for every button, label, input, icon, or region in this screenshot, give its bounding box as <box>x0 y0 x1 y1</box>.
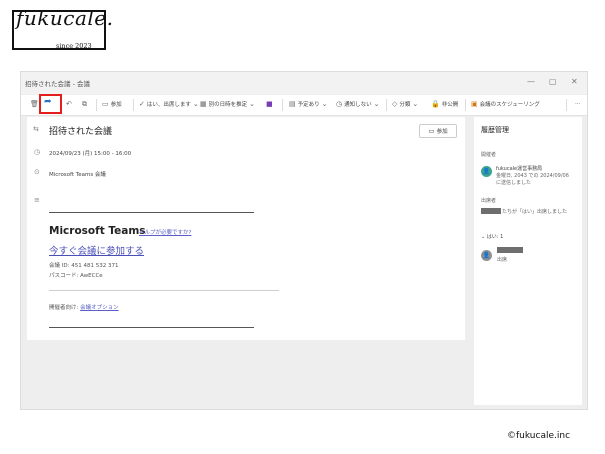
toolbar-divider <box>282 99 283 111</box>
clock-icon: ◷ <box>34 148 41 156</box>
accept-button[interactable]: ✓ はい、出席します ⌄ <box>139 100 199 108</box>
chevron-down-icon: ⌄ <box>373 100 380 108</box>
title-bar <box>21 72 587 94</box>
passcode: パスコード: AwECCe <box>49 273 103 279</box>
attendee-response-note: たちが「はい」出席しました <box>502 209 568 215</box>
reply-button[interactable]: ↶ <box>66 100 72 108</box>
onenote-button[interactable]: ■ <box>266 100 273 108</box>
private-button[interactable]: 🔒 非公開 <box>431 100 458 108</box>
window-title: 招待された会議 - 会議 <box>25 80 90 88</box>
camera-icon: ▭ <box>428 127 435 135</box>
copy-icon: ⧉ <box>82 100 87 108</box>
chevron-down-icon: ⌄ <box>249 100 256 108</box>
close-button[interactable]: ✕ <box>571 77 578 86</box>
meeting-options-link[interactable]: 会議オプション <box>80 305 119 311</box>
clock-icon: ◷ <box>336 100 343 108</box>
chevron-down-icon: ⌄ <box>321 100 328 108</box>
copy-button[interactable]: ⧉ <box>82 100 87 109</box>
lock-icon: 🔒 <box>431 100 440 108</box>
organizer-name: fukucale運営事務局 <box>496 166 543 172</box>
help-link[interactable]: ヘルプが必要ですか? <box>139 228 191 236</box>
logo: fukucale. <box>16 6 114 30</box>
join-button[interactable]: ▭ 参加 <box>419 124 457 138</box>
redacted-name <box>481 208 501 214</box>
organizer-label: 開催者 <box>481 152 497 158</box>
meeting-location: Microsoft Teams 会議 <box>49 172 106 178</box>
trash-icon: 🗑 <box>30 100 39 108</box>
join-toolbar-button[interactable]: ▭ 参加 <box>102 100 122 108</box>
redacted-name <box>497 247 523 253</box>
divider-line <box>49 327 254 328</box>
teams-heading: Microsoft Teams <box>49 225 146 237</box>
organizer-sent-date: 金曜日, 2043 での 2024/09/06 <box>496 173 569 179</box>
join-meeting-link[interactable]: 今すぐ会議に参加する <box>49 243 144 257</box>
reminder-button[interactable]: ◷ 通知しない ⌄ <box>336 100 380 108</box>
camera-icon: ▭ <box>102 100 109 108</box>
meeting-id: 会議 ID: 451 481 532 371 <box>49 263 119 269</box>
maximize-button[interactable]: ▢ <box>549 77 557 86</box>
tracking-pane <box>474 117 582 405</box>
more-options-button[interactable]: … <box>575 100 581 106</box>
organizer-avatar: 👤 <box>481 166 492 177</box>
chevron-down-icon: ⌄ <box>192 100 199 108</box>
toolbar-divider <box>566 99 567 111</box>
divider-line <box>49 290 279 291</box>
organizer-sent-suffix: に送信しました <box>496 180 532 186</box>
toolbar-divider <box>465 99 466 111</box>
categorize-button[interactable]: ◇ 分類 ⌄ <box>392 100 418 108</box>
copyright-text: ©fukucale.inc <box>507 431 571 441</box>
busy-status-button[interactable]: ▤ 予定あり ⌄ <box>289 100 328 108</box>
attendees-label: 出席者 <box>481 198 497 204</box>
check-icon: ✓ <box>139 100 145 108</box>
divider-line <box>49 212 254 213</box>
reply-icon: ↶ <box>66 100 72 108</box>
briefcase-icon: ▤ <box>289 100 296 108</box>
tag-icon: ◇ <box>392 100 398 108</box>
toolbar-divider <box>133 99 134 111</box>
meeting-title: 招待された会議 <box>49 127 113 137</box>
chevron-down-icon: ⌄ <box>412 100 419 108</box>
onenote-icon: ■ <box>266 100 273 108</box>
meeting-icon: ⇆ <box>33 125 39 133</box>
chevron-down-icon: ⌄ <box>481 234 486 240</box>
scheduling-assistant-button[interactable]: ▣ 会議のスケジューリング <box>471 100 540 108</box>
location-icon: ⊙ <box>34 168 40 176</box>
forward-icon: ➦ <box>44 97 52 107</box>
calendar-icon: ▦ <box>200 100 207 108</box>
attendee-avatar: 👤 <box>481 250 492 261</box>
accepted-group-toggle[interactable]: ⌄ はい: 1 <box>481 233 503 240</box>
scheduling-icon: ▣ <box>471 100 478 108</box>
toolbar-divider <box>386 99 387 111</box>
propose-time-button[interactable]: ▦ 別の日時を推定 ⌄ <box>200 100 255 108</box>
delete-button[interactable]: 🗑 <box>30 100 39 108</box>
minimize-button[interactable]: — <box>527 77 535 86</box>
tracking-title: 履歴管理 <box>481 126 509 134</box>
attendee-status: 出席 <box>497 257 508 263</box>
meeting-datetime: 2024/09/23 (月) 15:00 - 16:00 <box>49 151 132 157</box>
logo-tagline: since 2023 <box>56 42 92 50</box>
notes-icon: ≡ <box>34 196 40 204</box>
toolbar-divider <box>96 99 97 111</box>
organizer-options-row: 開催者向け: 会議オプション <box>49 305 119 311</box>
